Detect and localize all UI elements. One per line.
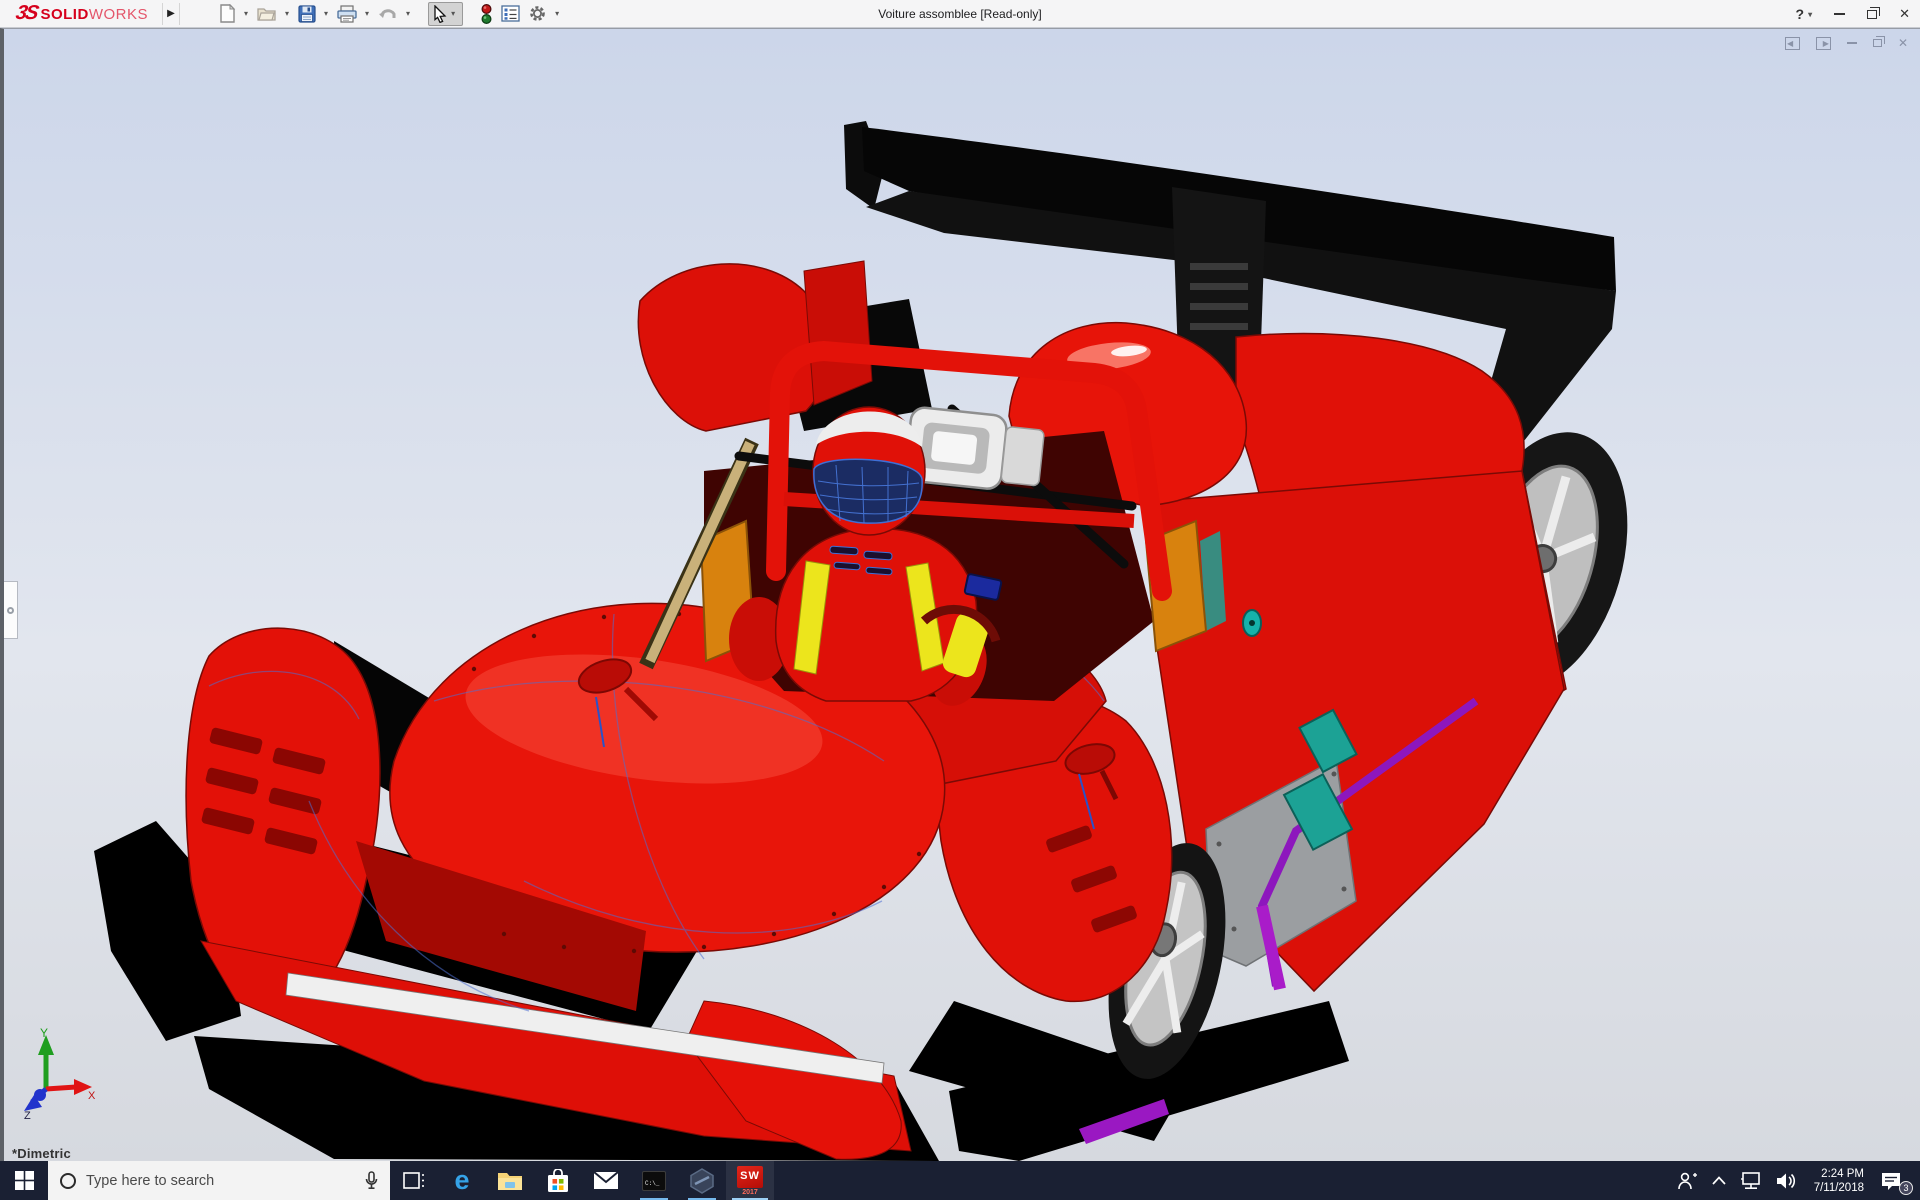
- minimize-button[interactable]: [1834, 13, 1845, 15]
- triad-x-label: X: [88, 1090, 96, 1102]
- triad-z-label: Z: [24, 1110, 31, 1119]
- hidden-icons-button[interactable]: [1705, 1161, 1733, 1200]
- select-dropdown-icon[interactable]: ▾: [451, 9, 455, 18]
- taskbar-app-hexagon[interactable]: [678, 1161, 726, 1200]
- triad-y-label: Y: [40, 1027, 48, 1040]
- save-floppy-icon: [298, 5, 316, 23]
- brand-solid: SOLID: [40, 6, 88, 23]
- command-prompt-icon: C:\_: [642, 1171, 666, 1191]
- solidworks-2017-icon: SW 2017: [737, 1166, 763, 1196]
- ethernet-network-icon: [1740, 1172, 1762, 1190]
- select-cursor-icon: [432, 5, 448, 23]
- open-dropdown-icon[interactable]: ▾: [285, 9, 289, 18]
- restore-button[interactable]: [1867, 10, 1877, 19]
- taskbar-app-edge[interactable]: e: [438, 1161, 486, 1200]
- clock-date: 7/11/2018: [1814, 1181, 1864, 1195]
- print-icon: [337, 5, 357, 23]
- volume-button[interactable]: [1769, 1161, 1805, 1200]
- settings-dropdown-icon[interactable]: ▾: [555, 9, 559, 18]
- doc-close-button[interactable]: ✕: [1898, 36, 1908, 50]
- system-tray: 2:24 PM 7/11/2018 3: [1669, 1161, 1920, 1200]
- pane-left-button[interactable]: ◀: [1785, 37, 1800, 50]
- undo-button[interactable]: [375, 2, 401, 26]
- action-center-button[interactable]: 3: [1873, 1161, 1914, 1200]
- gear-icon: [528, 4, 547, 23]
- new-dropdown-icon[interactable]: ▾: [244, 9, 248, 18]
- print-button[interactable]: [334, 2, 360, 26]
- microphone-icon[interactable]: [365, 1171, 378, 1190]
- taskbar-clock[interactable]: 2:24 PM 7/11/2018: [1805, 1167, 1873, 1195]
- open-folder-icon: [257, 5, 277, 22]
- save-dropdown-icon[interactable]: ▾: [324, 9, 328, 18]
- select-tool-button[interactable]: ▾: [428, 2, 463, 26]
- chevron-up-icon: [1712, 1176, 1726, 1185]
- document-window-controls: ◀ ▶ ✕: [1785, 36, 1908, 50]
- race-car-model[interactable]: [4, 29, 1920, 1161]
- solidworks-logo-mark: 3S: [14, 2, 39, 25]
- mail-icon: [593, 1171, 619, 1190]
- solidworks-logo: 3S SOLIDWORKS: [16, 2, 148, 25]
- new-document-button[interactable]: [216, 2, 239, 26]
- orientation-triad: Y X Z: [18, 1027, 98, 1119]
- people-icon: [1676, 1172, 1698, 1190]
- brand-works: WORKS: [89, 6, 148, 23]
- edge-icon: e: [454, 1167, 469, 1194]
- graphics-viewport[interactable]: ◀ ▶ ✕: [0, 28, 1920, 1161]
- cortana-icon: [60, 1173, 76, 1189]
- taskbar-app-solidworks[interactable]: SW 2017: [726, 1161, 774, 1200]
- undo-dropdown-icon[interactable]: ▾: [406, 9, 410, 18]
- taskbar-app-store[interactable]: [534, 1161, 582, 1200]
- new-document-icon: [219, 4, 236, 23]
- taskbar-app-command-prompt[interactable]: C:\_: [630, 1161, 678, 1200]
- taskbar-app-file-explorer[interactable]: [486, 1161, 534, 1200]
- options-list-icon: [501, 5, 520, 22]
- view-orientation-label: *Dimetric: [12, 1146, 71, 1161]
- close-button[interactable]: ✕: [1899, 6, 1910, 22]
- speaker-icon: [1776, 1172, 1798, 1190]
- notification-badge: 3: [1899, 1181, 1913, 1195]
- help-button[interactable]: ?▾: [1796, 6, 1813, 22]
- taskbar-search[interactable]: [48, 1161, 390, 1200]
- pane-right-button[interactable]: ▶: [1816, 37, 1831, 50]
- people-button[interactable]: [1669, 1161, 1705, 1200]
- properties-button[interactable]: [498, 2, 523, 26]
- task-view-button[interactable]: [390, 1161, 438, 1200]
- settings-button[interactable]: [525, 2, 550, 26]
- taskbar-app-mail[interactable]: [582, 1161, 630, 1200]
- application-toolbar: 3S SOLIDWORKS ▶ ▾ ▾ ▾: [0, 0, 1920, 28]
- doc-restore-button[interactable]: [1873, 39, 1882, 47]
- search-input[interactable]: [86, 1173, 355, 1189]
- rebuild-button[interactable]: [477, 2, 496, 26]
- open-button[interactable]: [254, 2, 280, 26]
- windows-logo-icon: [15, 1171, 34, 1190]
- undo-icon: [378, 6, 398, 22]
- microsoft-store-icon: [547, 1169, 569, 1193]
- hexagon-app-icon: [690, 1168, 714, 1194]
- doc-minimize-button[interactable]: [1847, 42, 1857, 44]
- windows-taskbar: e C:\_: [0, 1161, 1920, 1200]
- menu-flyout-arrow-icon[interactable]: ▶: [162, 3, 180, 25]
- save-button[interactable]: [295, 2, 319, 26]
- file-explorer-icon: [497, 1170, 523, 1191]
- print-dropdown-icon[interactable]: ▾: [365, 9, 369, 18]
- clock-time: 2:24 PM: [1821, 1167, 1864, 1181]
- traffic-light-icon: [480, 4, 493, 24]
- start-button[interactable]: [0, 1161, 48, 1200]
- network-button[interactable]: [1733, 1161, 1769, 1200]
- task-view-icon: [403, 1171, 425, 1191]
